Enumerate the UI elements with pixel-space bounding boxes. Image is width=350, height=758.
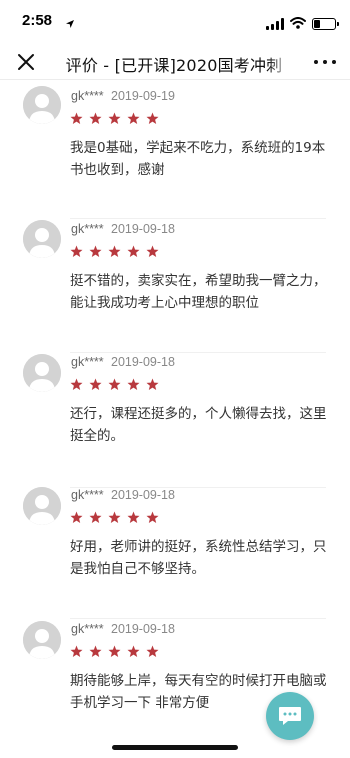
avatar xyxy=(23,621,61,659)
star-icon xyxy=(127,245,140,257)
status-time: 2:58 xyxy=(22,12,53,29)
star-icon xyxy=(108,645,121,657)
star-icon xyxy=(146,112,159,124)
review-username: gk**** xyxy=(71,488,104,502)
review-username: gk**** xyxy=(71,89,104,103)
star-icon xyxy=(89,112,102,124)
chat-icon xyxy=(279,707,301,725)
location-arrow-icon xyxy=(65,14,75,33)
review-date: 2019-09-19 xyxy=(111,89,175,103)
review-username: gk**** xyxy=(71,222,104,236)
page-title: 评价 - [已开课]2020国考冲刺 xyxy=(54,52,294,76)
avatar xyxy=(23,487,61,525)
review-date: 2019-09-18 xyxy=(111,355,175,369)
star-icon xyxy=(146,245,159,257)
nav-bar: 评价 - [已开课]2020国考冲刺 xyxy=(0,44,350,80)
review-stars xyxy=(70,245,159,258)
star-icon xyxy=(89,245,102,257)
avatar xyxy=(23,86,61,124)
review-stars xyxy=(70,645,159,658)
battery-icon xyxy=(312,17,339,30)
review-username: gk**** xyxy=(71,355,104,369)
review-username: gk**** xyxy=(71,622,104,636)
star-icon xyxy=(108,245,121,257)
review-stars xyxy=(70,378,159,391)
review-list[interactable]: gk**** 2019-09-19 我是0基础，学起来不吃力，系统班的19本书也… xyxy=(0,80,350,758)
star-icon xyxy=(127,378,140,390)
close-button[interactable] xyxy=(14,50,38,74)
review-date: 2019-09-18 xyxy=(111,488,175,502)
star-icon xyxy=(89,511,102,523)
star-icon xyxy=(127,511,140,523)
star-icon xyxy=(70,112,83,124)
status-bar: 2:58 xyxy=(0,0,350,44)
star-icon xyxy=(146,645,159,657)
avatar xyxy=(23,220,61,258)
star-icon xyxy=(70,245,83,257)
divider xyxy=(70,618,326,619)
star-icon xyxy=(146,378,159,390)
review-stars xyxy=(70,112,159,125)
review-text: 还行，课程还挺多的，个人懒得去找，这里挺全的。 xyxy=(70,406,327,444)
star-icon xyxy=(127,112,140,124)
star-icon xyxy=(70,378,83,390)
review-date: 2019-09-18 xyxy=(111,222,175,236)
home-indicator xyxy=(112,745,238,750)
star-icon xyxy=(89,378,102,390)
more-icon-dot xyxy=(323,60,327,64)
more-icon-dot xyxy=(332,60,336,64)
review-text: 好用，老师讲的挺好，系统性总结学习，只是我怕自己不够坚持。 xyxy=(70,539,327,577)
wifi-icon xyxy=(290,14,306,33)
star-icon xyxy=(146,511,159,523)
divider xyxy=(70,487,326,488)
star-icon xyxy=(108,511,121,523)
divider xyxy=(70,218,326,219)
star-icon xyxy=(70,645,83,657)
review-date: 2019-09-18 xyxy=(111,622,175,636)
star-icon xyxy=(108,112,121,124)
divider xyxy=(70,352,326,353)
review-text: 挺不错的，卖家实在，希望助我一臂之力，能让我成功考上心中理想的职位 xyxy=(70,273,327,311)
close-icon xyxy=(18,54,34,70)
review-text: 我是0基础，学起来不吃力，系统班的19本书也收到，感谢 xyxy=(70,140,326,178)
avatar xyxy=(23,354,61,392)
star-icon xyxy=(70,511,83,523)
star-icon xyxy=(127,645,140,657)
signal-icon xyxy=(266,17,284,30)
chat-button[interactable] xyxy=(266,692,314,740)
star-icon xyxy=(89,645,102,657)
more-icon-dot xyxy=(314,60,318,64)
star-icon xyxy=(108,378,121,390)
more-button[interactable] xyxy=(314,54,336,70)
review-stars xyxy=(70,511,159,524)
